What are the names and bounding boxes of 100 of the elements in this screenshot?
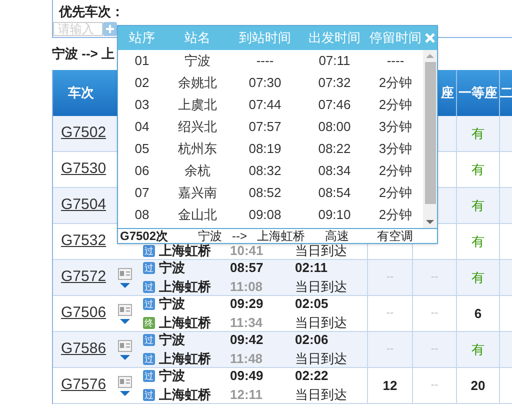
stop-cell-text: 07:44 (248, 96, 282, 114)
stop-cell-text: 金山北 (178, 206, 217, 224)
column-header: 出发时间 (308, 29, 360, 48)
stop-cell-text: 06 (134, 162, 150, 180)
card-icon[interactable] (118, 376, 132, 388)
train-number-link[interactable]: G7530 (61, 158, 106, 181)
column-header: 一等座 (458, 84, 498, 102)
stop-cell-text: 07:46 (318, 96, 351, 114)
stop-cell-text: 2分钟 (378, 162, 412, 180)
seat-availability: 有 (472, 124, 484, 143)
station-badge: 终 (143, 317, 155, 329)
stop-cell-text: 2分钟 (378, 206, 412, 224)
stop-cell-text: 07:32 (318, 74, 351, 92)
arrival-day-text: 当日到达 (295, 279, 347, 294)
caret-down-icon[interactable] (120, 318, 130, 324)
caret-down-icon[interactable] (120, 282, 130, 288)
train-number-link[interactable]: G7572 (61, 266, 106, 289)
card-icon[interactable] (118, 340, 132, 352)
seat-availability: -- (430, 378, 438, 394)
stop-cell-text: 2分钟 (378, 184, 412, 202)
station-badge: 过 (143, 389, 155, 401)
stop-cell-text: 2分钟 (378, 74, 412, 92)
station-name: 宁波 (159, 295, 185, 314)
caret-down-icon[interactable] (120, 390, 130, 396)
close-icon[interactable] (425, 33, 435, 43)
seat-availability: -- (430, 270, 438, 286)
seat-availability: 12 (382, 376, 398, 395)
station-badge: 过 (143, 370, 155, 382)
arrival-day-text: 当日到达 (295, 387, 347, 402)
stop-cell-text: 08:00 (318, 118, 351, 136)
stop-cell-text: 07:57 (248, 118, 282, 136)
amenity-text: 有空调 (377, 230, 413, 242)
duration-text: 02:22 (295, 368, 328, 383)
arrival-time: 11:48 (230, 351, 263, 366)
arrival-time: 12:11 (230, 387, 263, 402)
stop-cell-text: 05 (134, 140, 150, 158)
stop-cell-text: 08:19 (248, 140, 282, 158)
station-badge: 过 (143, 281, 155, 293)
station-name: 上海虹桥 (159, 350, 211, 368)
route-title: 宁波 --> 上 (52, 46, 114, 61)
seat-availability: 有 (472, 268, 484, 287)
column-header: 站序 (129, 29, 155, 48)
column-header: 座 (441, 84, 454, 102)
stop-cell-text: 08 (134, 206, 150, 224)
train-number-link[interactable]: G7586 (61, 338, 106, 361)
column-header: 到站时间 (239, 29, 291, 48)
station-badge: 过 (143, 334, 155, 346)
station-name: 宁波 (159, 259, 185, 278)
seat-availability: -- (386, 342, 394, 358)
arrival-time: 11:08 (230, 279, 263, 294)
station-name: 上海虹桥 (257, 230, 305, 242)
stop-cell-text: 09:08 (248, 206, 282, 224)
train-number-link[interactable]: G7504 (61, 194, 106, 217)
stop-cell-text: 07 (134, 184, 150, 202)
departure-time: 09:42 (230, 332, 264, 347)
stop-cell-text: 2分钟 (378, 96, 412, 114)
scrollbar-thumb[interactable] (424, 62, 436, 204)
stop-cell-text: 绍兴北 (178, 118, 217, 136)
stop-cell-text: ---- (386, 52, 404, 70)
train-number-link[interactable]: G7576 (61, 374, 106, 397)
stop-cell-text: 08:54 (318, 184, 351, 202)
departure-time: 09:29 (230, 296, 264, 311)
duration-text: 02:06 (295, 332, 328, 347)
departure-time: 08:57 (230, 260, 264, 275)
train-number-link[interactable]: G7532 (61, 230, 106, 253)
train-type: 高速 (325, 230, 349, 242)
stop-cell-text: 08:22 (318, 140, 351, 158)
station-name: 宁波 (198, 230, 222, 242)
departure-time: 09:49 (230, 368, 264, 383)
stop-cell-text: 余杭 (184, 162, 210, 180)
column-header: 停留时间 (370, 29, 422, 48)
arrival-day-text: 当日到达 (295, 315, 347, 330)
column-header: 车次 (68, 84, 94, 102)
stop-cell-text: 3分钟 (378, 140, 412, 158)
seat-availability: 有 (472, 232, 484, 251)
seat-availability: -- (386, 270, 394, 286)
stop-cell-text: 上虞北 (178, 96, 217, 114)
stop-cell-text: 08:52 (248, 184, 282, 202)
duration-text: 02:05 (295, 296, 328, 311)
caret-down-icon[interactable] (120, 354, 130, 360)
stop-cell-text: 04 (134, 118, 150, 136)
column-header: 站名 (184, 29, 210, 48)
stop-cell-text: 08:34 (318, 162, 351, 180)
stop-cell-text: 嘉兴南 (178, 184, 217, 202)
station-name: 上海虹桥 (159, 242, 211, 260)
train-number-link[interactable]: G7506 (61, 302, 106, 325)
train-number-link[interactable]: G7502 (61, 122, 106, 145)
card-icon[interactable] (118, 268, 132, 280)
duration-text: 02:11 (295, 260, 328, 275)
stop-cell-text: 01 (134, 52, 150, 70)
station-badge: 过 (143, 298, 155, 310)
station-badge: 过 (143, 353, 155, 365)
add-button[interactable] (103, 22, 117, 36)
seat-availability: 20 (470, 376, 486, 395)
card-icon[interactable] (118, 304, 132, 316)
seat-availability: 有 (472, 160, 484, 179)
seat-availability: -- (386, 306, 394, 322)
seat-availability: 有 (472, 340, 484, 359)
stop-cell-text: 03 (134, 96, 150, 114)
stop-cell-text: 02 (134, 74, 150, 92)
